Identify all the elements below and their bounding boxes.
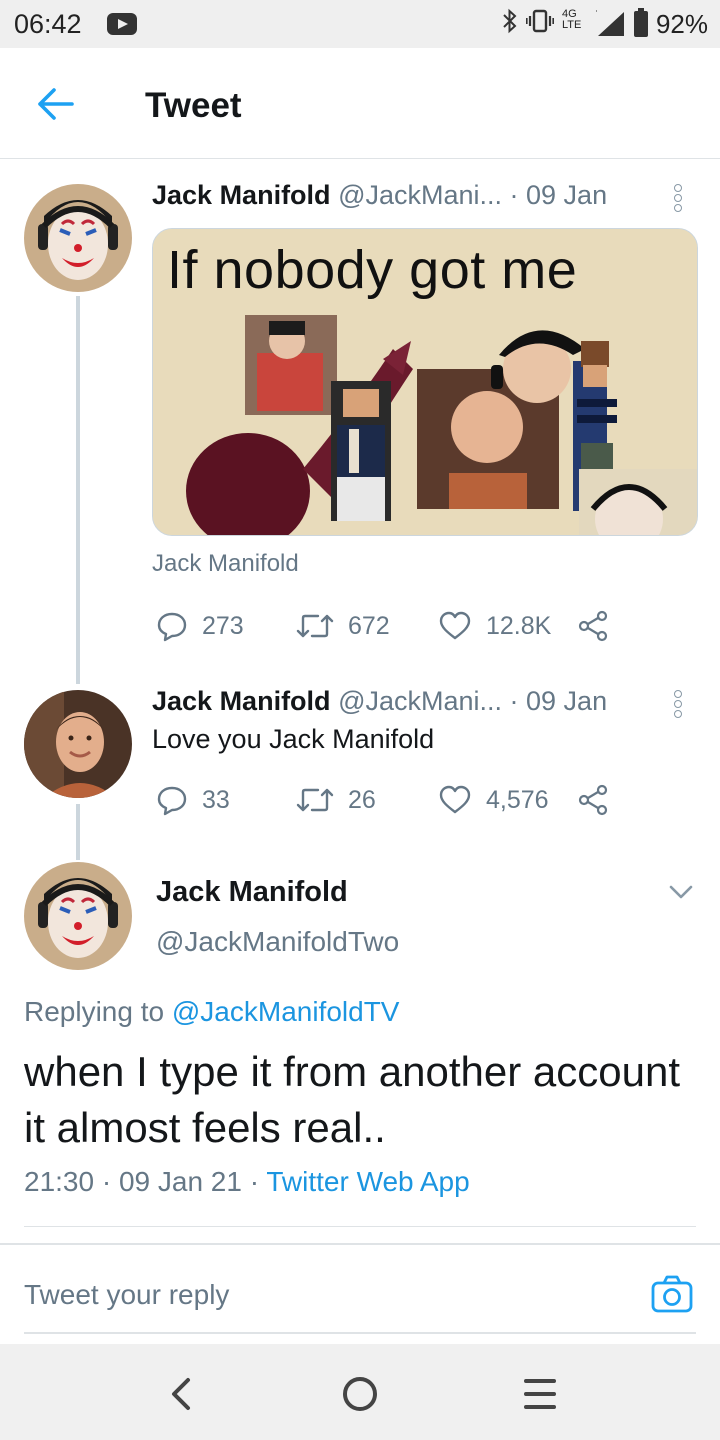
- tweet-date: · 09 Jan: [509, 686, 608, 716]
- share-button[interactable]: [578, 606, 610, 646]
- divider: [24, 1332, 696, 1334]
- like-count: 4,576: [486, 785, 549, 814]
- tweet-header-line: Jack Manifold @JackMani... · 09 Jan: [152, 180, 607, 211]
- status-time: 06:42: [14, 9, 82, 39]
- share-icon: [578, 610, 610, 642]
- tweet-text: Love you Jack Manifold: [152, 724, 435, 754]
- retweet-button[interactable]: 26: [296, 780, 376, 820]
- share-button[interactable]: [578, 780, 610, 820]
- reply-icon: [156, 610, 188, 642]
- more-options-icon[interactable]: [674, 690, 684, 720]
- divider: [24, 1226, 696, 1227]
- nav-menu-icon[interactable]: [518, 1372, 562, 1416]
- mention-link[interactable]: @JackManifoldTV: [172, 996, 400, 1027]
- avatar[interactable]: [24, 184, 132, 292]
- retweet-icon: [296, 610, 334, 642]
- system-nav-bar: [0, 1344, 720, 1440]
- reply-button[interactable]: 273: [156, 606, 244, 646]
- author-name[interactable]: Jack Manifold: [152, 686, 331, 716]
- tweet-text: when I type it from another account it a…: [24, 1048, 681, 1151]
- heart-icon: [438, 784, 472, 816]
- retweet-count: 26: [348, 785, 376, 814]
- author-handle[interactable]: @JackManifoldTwo: [156, 926, 399, 958]
- share-icon: [578, 784, 610, 816]
- reply-button[interactable]: 33: [156, 780, 230, 820]
- thread-line: [76, 804, 80, 860]
- reply-input[interactable]: Tweet your reply: [24, 1270, 624, 1320]
- author-name[interactable]: Jack Manifold: [156, 876, 348, 909]
- media-caption: If nobody got me: [167, 240, 578, 300]
- nav-back-icon[interactable]: [160, 1372, 204, 1416]
- tweet-header-line: Jack Manifold @JackMani... · 09 Jan: [152, 686, 607, 717]
- media-attribution: Jack Manifold: [152, 550, 299, 577]
- like-button[interactable]: 4,576: [438, 780, 549, 820]
- status-icons: 4G LTE 92%: [502, 8, 708, 40]
- retweet-button[interactable]: 672: [296, 606, 390, 646]
- arrow-left-icon[interactable]: [34, 84, 78, 124]
- thread-line: [76, 296, 80, 684]
- retweet-icon: [296, 784, 334, 816]
- youtube-icon: [107, 13, 137, 35]
- network-lte-label: LTE: [561, 19, 582, 31]
- tweet-media-image[interactable]: If nobody got me: [152, 228, 698, 536]
- reply-icon: [156, 784, 188, 816]
- replying-prefix: Replying to: [24, 996, 165, 1027]
- source-link[interactable]: Twitter Web App: [266, 1166, 469, 1197]
- chevron-down-icon[interactable]: [666, 880, 696, 904]
- reply-count: 273: [202, 611, 244, 640]
- tweet-header: Tweet: [0, 48, 720, 159]
- author-handle[interactable]: @JackMani...: [338, 180, 502, 210]
- avatar[interactable]: [24, 862, 132, 970]
- like-button[interactable]: 12.8K: [438, 606, 551, 646]
- page-title: Tweet: [145, 86, 242, 125]
- avatar[interactable]: [24, 690, 132, 798]
- retweet-count: 672: [348, 611, 390, 640]
- bluetooth-icon: [502, 8, 518, 41]
- camera-icon[interactable]: [650, 1274, 694, 1314]
- like-count: 12.8K: [486, 611, 552, 640]
- status-bar: 06:42 4G LTE 92%: [0, 0, 720, 48]
- signal-icon: [595, 10, 626, 38]
- battery-icon: [633, 8, 648, 37]
- nav-home-icon[interactable]: [338, 1372, 382, 1416]
- author-handle[interactable]: @JackMani...: [338, 686, 502, 716]
- heart-icon: [438, 610, 472, 642]
- vibrate-icon: [525, 8, 554, 41]
- tweet-actions: 33 26 4,576: [152, 780, 672, 820]
- tweet-time: 21:30 · 09 Jan 21 ·: [24, 1166, 260, 1197]
- more-options-icon[interactable]: [674, 184, 684, 214]
- network-type: 4G LTE: [562, 9, 588, 39]
- replying-to: Replying to @JackManifoldTV: [24, 996, 399, 1028]
- author-name[interactable]: Jack Manifold: [152, 180, 331, 210]
- tweet-timestamp: 21:30 · 09 Jan 21 · Twitter Web App: [24, 1166, 470, 1198]
- tweet-actions: 273 672 12.8K: [152, 606, 672, 646]
- battery-percent: 92%: [655, 8, 708, 39]
- divider: [0, 1243, 720, 1245]
- tweet-date: · 09 Jan: [509, 180, 608, 210]
- reply-count: 33: [202, 785, 230, 814]
